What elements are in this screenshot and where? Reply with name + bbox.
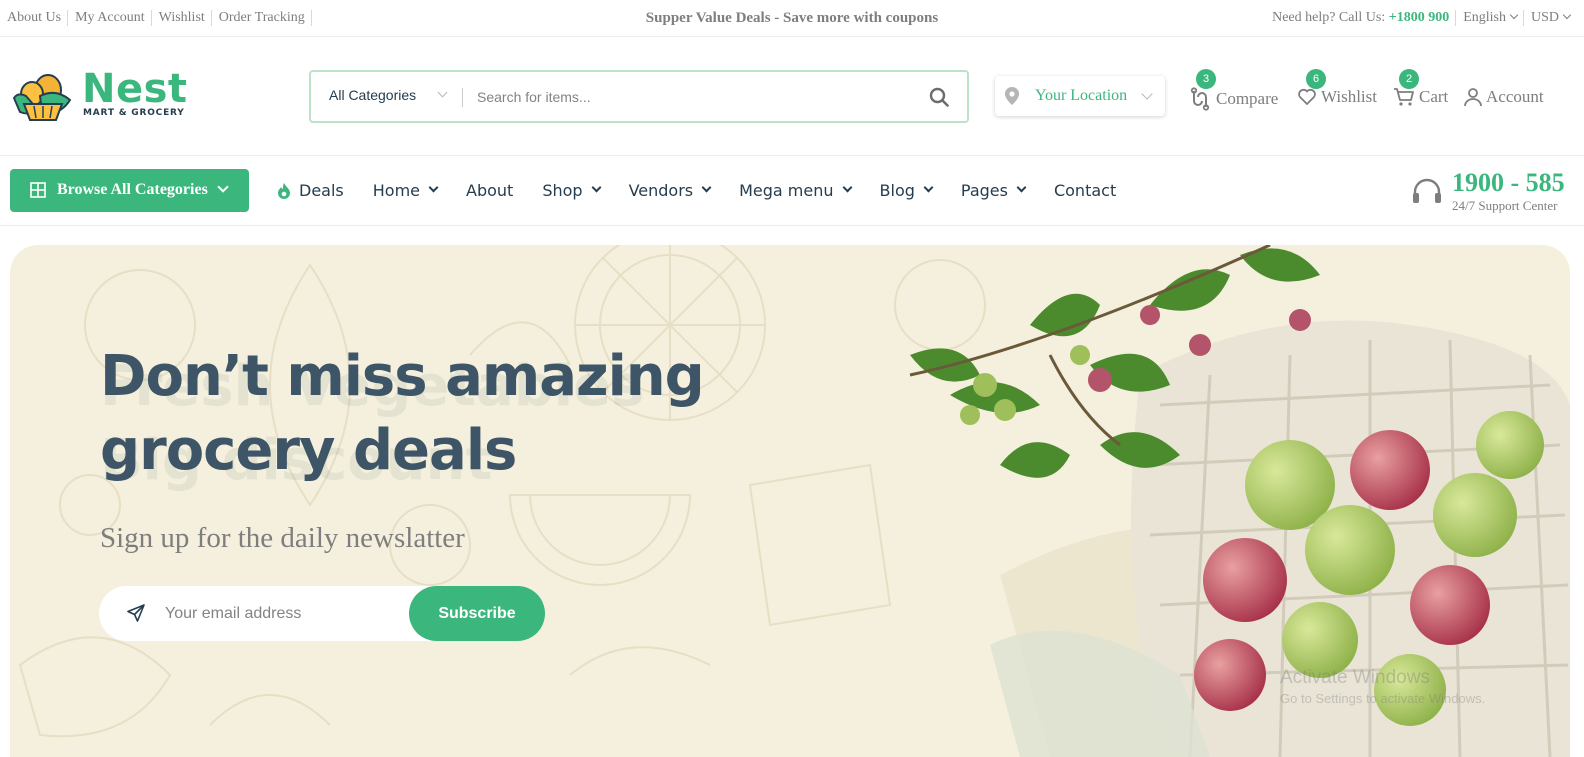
compare-count: 3 bbox=[1196, 69, 1216, 89]
nav-label: Contact bbox=[1053, 181, 1117, 200]
help-phone[interactable]: +1800 900 bbox=[1389, 10, 1449, 25]
order-tracking-link[interactable]: Order Tracking bbox=[219, 10, 312, 26]
logo-brand: Nest bbox=[82, 66, 188, 112]
nav-item-vendors[interactable]: Vendors bbox=[628, 181, 712, 200]
chevron-down-icon bbox=[217, 181, 229, 193]
watermark-subtitle: Go to Settings to activate Windows. bbox=[1280, 691, 1486, 706]
cart-button[interactable]: 2 Cart bbox=[1393, 69, 1449, 107]
chevron-down-icon bbox=[1016, 182, 1027, 193]
hero-banner: Fresh Vegetables Big discount Don’t miss… bbox=[10, 245, 1570, 757]
menu-items: Deals Home About Shop Vendors Mega menu … bbox=[277, 181, 1145, 200]
category-select[interactable]: All Categories bbox=[329, 87, 416, 103]
nav-item-home[interactable]: Home bbox=[372, 181, 439, 200]
chevron-down-icon bbox=[428, 182, 439, 193]
nav-label: Mega menu bbox=[739, 181, 834, 200]
chevron-down-icon bbox=[1509, 10, 1519, 20]
chevron-down-icon bbox=[842, 182, 852, 193]
currency-select[interactable]: USD bbox=[1530, 10, 1572, 26]
account-button[interactable]: Account bbox=[1464, 87, 1544, 107]
subscribe-button[interactable]: Subscribe bbox=[409, 586, 545, 641]
logo-tagline: MART & GROCERY bbox=[83, 108, 185, 118]
heart-icon bbox=[1298, 88, 1316, 105]
nav-label: Vendors bbox=[628, 181, 694, 200]
chevron-down-icon bbox=[1141, 88, 1153, 100]
wishlist-link[interactable]: Wishlist bbox=[159, 10, 212, 26]
nav-label: Pages bbox=[960, 181, 1008, 200]
nav-item-mega-menu[interactable]: Mega menu bbox=[739, 181, 852, 200]
headphones-icon bbox=[1413, 178, 1441, 203]
language-label: English bbox=[1463, 10, 1506, 25]
hero-title: Don’t miss amazing grocery deals bbox=[100, 340, 720, 488]
wishlist-count: 6 bbox=[1306, 69, 1326, 89]
cart-icon bbox=[1394, 88, 1414, 106]
search-bar: All Categories bbox=[309, 70, 969, 123]
hero-subtitle: Sign up for the daily newslatter bbox=[100, 522, 465, 554]
my-account-link[interactable]: My Account bbox=[75, 10, 152, 26]
logo[interactable]: Nest MART & GROCERY bbox=[10, 66, 190, 122]
main-nav: Browse All Categories Deals Home About S… bbox=[0, 156, 1584, 226]
search-input[interactable] bbox=[477, 84, 897, 110]
logo-basket-icon bbox=[12, 74, 72, 121]
help-prefix: Need help? Call Us: bbox=[1272, 10, 1386, 25]
map-pin-icon bbox=[1005, 87, 1019, 105]
hero-title-line-2: grocery deals bbox=[100, 418, 517, 483]
chevron-down-icon bbox=[437, 87, 448, 98]
wishlist-button[interactable]: 6 Wishlist bbox=[1297, 69, 1377, 107]
user-icon bbox=[1464, 88, 1482, 107]
wishlist-label: Wishlist bbox=[1321, 87, 1377, 106]
nav-label: Deals bbox=[299, 181, 344, 200]
top-bar: About Us My Account Wishlist Order Track… bbox=[0, 0, 1584, 37]
nav-label: Shop bbox=[542, 181, 583, 200]
send-icon bbox=[127, 604, 145, 622]
cart-label: Cart bbox=[1419, 87, 1449, 106]
nav-item-pages[interactable]: Pages bbox=[960, 181, 1027, 200]
location-label: Your Location bbox=[1035, 87, 1128, 104]
compare-icon bbox=[1190, 87, 1210, 111]
hero-title-line-1: Don’t miss amazing bbox=[100, 344, 705, 409]
grid-icon bbox=[30, 182, 46, 198]
support-phone: 1900 - 585 bbox=[1452, 168, 1565, 197]
compare-button[interactable]: 3 Compare bbox=[1188, 69, 1279, 111]
help-text: Need help? Call Us: +1800 900 bbox=[1272, 10, 1457, 26]
compare-label: Compare bbox=[1216, 89, 1279, 108]
support-label: 24/7 Support Center bbox=[1452, 198, 1558, 213]
flame-icon bbox=[278, 182, 290, 199]
nav-item-shop[interactable]: Shop bbox=[542, 181, 602, 200]
chevron-down-icon bbox=[1562, 10, 1572, 20]
nav-label: About bbox=[466, 181, 514, 200]
email-input[interactable] bbox=[165, 601, 395, 627]
browse-label: Browse All Categories bbox=[57, 181, 208, 198]
header: Nest MART & GROCERY All Categories Your … bbox=[0, 37, 1584, 156]
chevron-down-icon bbox=[923, 182, 934, 193]
activate-windows-watermark: Activate Windows Go to Settings to activ… bbox=[1280, 667, 1485, 706]
chevron-down-icon bbox=[701, 182, 712, 193]
newsletter-form: Subscribe bbox=[99, 586, 545, 641]
watermark-title: Activate Windows bbox=[1280, 667, 1430, 688]
top-links: About Us My Account Wishlist Order Track… bbox=[7, 10, 319, 26]
currency-label: USD bbox=[1530, 10, 1559, 25]
search-icon[interactable] bbox=[929, 87, 949, 107]
chevron-down-icon bbox=[591, 182, 602, 193]
cart-count: 2 bbox=[1399, 69, 1419, 89]
nav-item-blog[interactable]: Blog bbox=[879, 181, 934, 200]
location-select[interactable]: Your Location bbox=[995, 76, 1165, 116]
about-us-link[interactable]: About Us bbox=[7, 10, 69, 26]
nav-item-deals[interactable]: Deals bbox=[277, 181, 344, 200]
language-select[interactable]: English bbox=[1463, 10, 1524, 26]
nav-label: Blog bbox=[879, 181, 915, 200]
search-divider bbox=[462, 88, 463, 107]
browse-categories-button[interactable]: Browse All Categories bbox=[10, 169, 249, 212]
account-label: Account bbox=[1486, 87, 1544, 106]
top-right: Need help? Call Us: +1800 900 English US… bbox=[1272, 10, 1572, 26]
nav-item-about[interactable]: About bbox=[466, 181, 513, 200]
nav-item-contact[interactable]: Contact bbox=[1054, 181, 1116, 200]
nav-label: Home bbox=[372, 181, 420, 200]
